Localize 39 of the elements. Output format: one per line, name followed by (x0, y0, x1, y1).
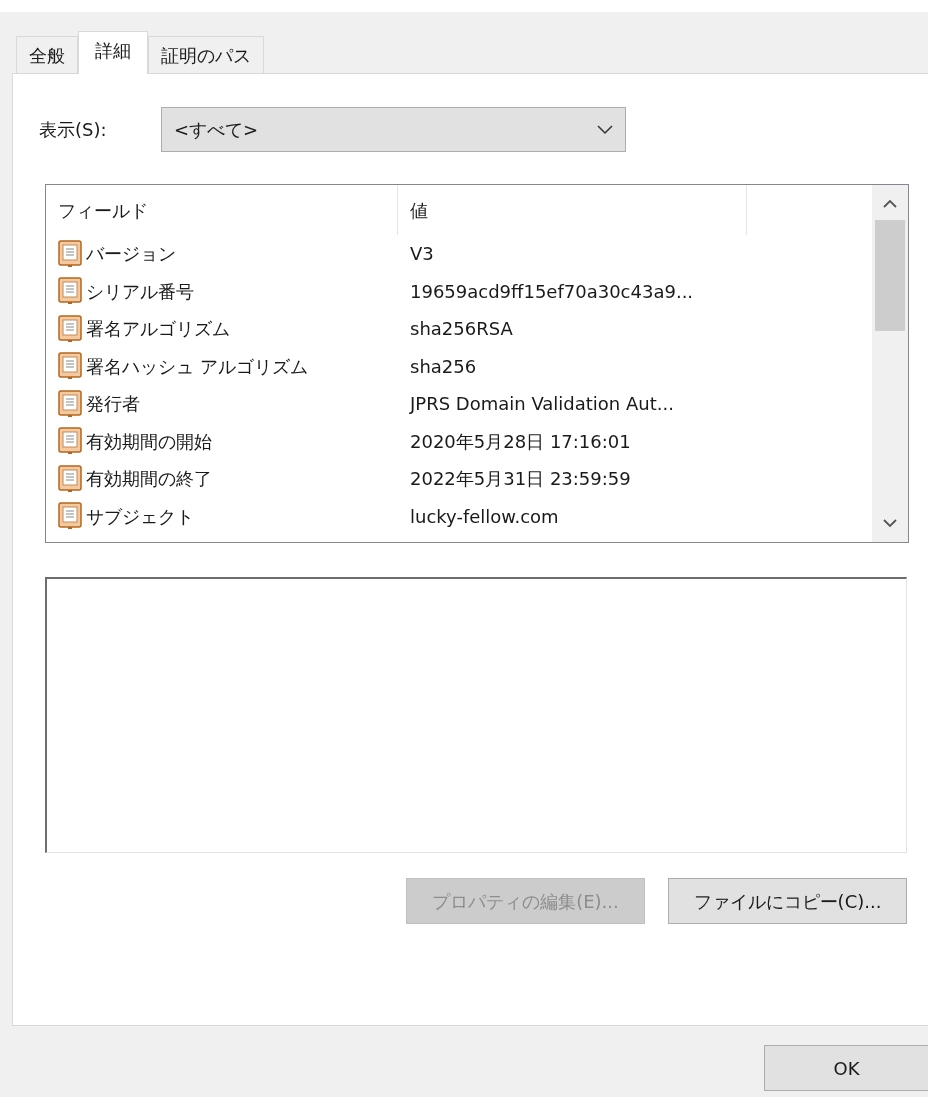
scroll-thumb[interactable] (875, 220, 905, 331)
field-value: lucky-fellow.com (409, 504, 559, 529)
certificate-field-icon (58, 277, 82, 306)
ok-button[interactable]: OK (764, 1045, 928, 1091)
scroll-up-icon[interactable] (883, 199, 897, 208)
detail-text-area[interactable] (45, 577, 907, 853)
certificate-field-icon (58, 502, 82, 531)
field-name: 署名アルゴリズム (86, 317, 230, 342)
chevron-down-icon (597, 124, 613, 135)
certificate-field-icon (58, 352, 82, 381)
tab[interactable]: 全般 (16, 36, 78, 73)
display-label: 表示(S): (39, 118, 108, 142)
column-header[interactable]: 値 (398, 185, 747, 235)
field-value: 19659acd9ff15ef70a30c43a9... (409, 279, 694, 304)
certificate-field-icon (58, 239, 82, 268)
field-value: V3 (409, 242, 434, 267)
column-header[interactable]: フィールド (46, 185, 398, 235)
field-name: バージョン (86, 242, 176, 267)
certificate-field-icon (58, 427, 82, 456)
field-name: 有効期間の開始 (86, 429, 212, 454)
field-value: JPRS Domain Validation Aut... (408, 392, 674, 417)
certificate-field-icon (58, 389, 82, 418)
field-value: 2022年5月31日 23:59:59 (409, 467, 631, 492)
field-name: 署名ハッシュ アルゴリズム (86, 354, 308, 379)
scrollbar[interactable] (872, 185, 908, 542)
scroll-down-icon[interactable] (883, 519, 897, 528)
field-name: 発行者 (86, 392, 140, 417)
field-name: サブジェクト (86, 504, 194, 529)
field-value: sha256 (409, 354, 477, 379)
certificate-field-icon (58, 314, 82, 343)
action-button[interactable]: ファイルにコピー(C)... (668, 878, 907, 924)
certificate-field-icon (58, 464, 82, 493)
field-value: 2020年5月28日 17:16:01 (409, 429, 631, 454)
field-name: シリアル番号 (86, 279, 194, 304)
display-dropdown[interactable]: <すべて> (161, 107, 626, 152)
field-value: sha256RSA (409, 317, 513, 342)
tab[interactable]: 証明のパス (148, 36, 264, 73)
tab[interactable]: 詳細 (78, 31, 148, 74)
field-name: 有効期間の終了 (86, 467, 212, 492)
